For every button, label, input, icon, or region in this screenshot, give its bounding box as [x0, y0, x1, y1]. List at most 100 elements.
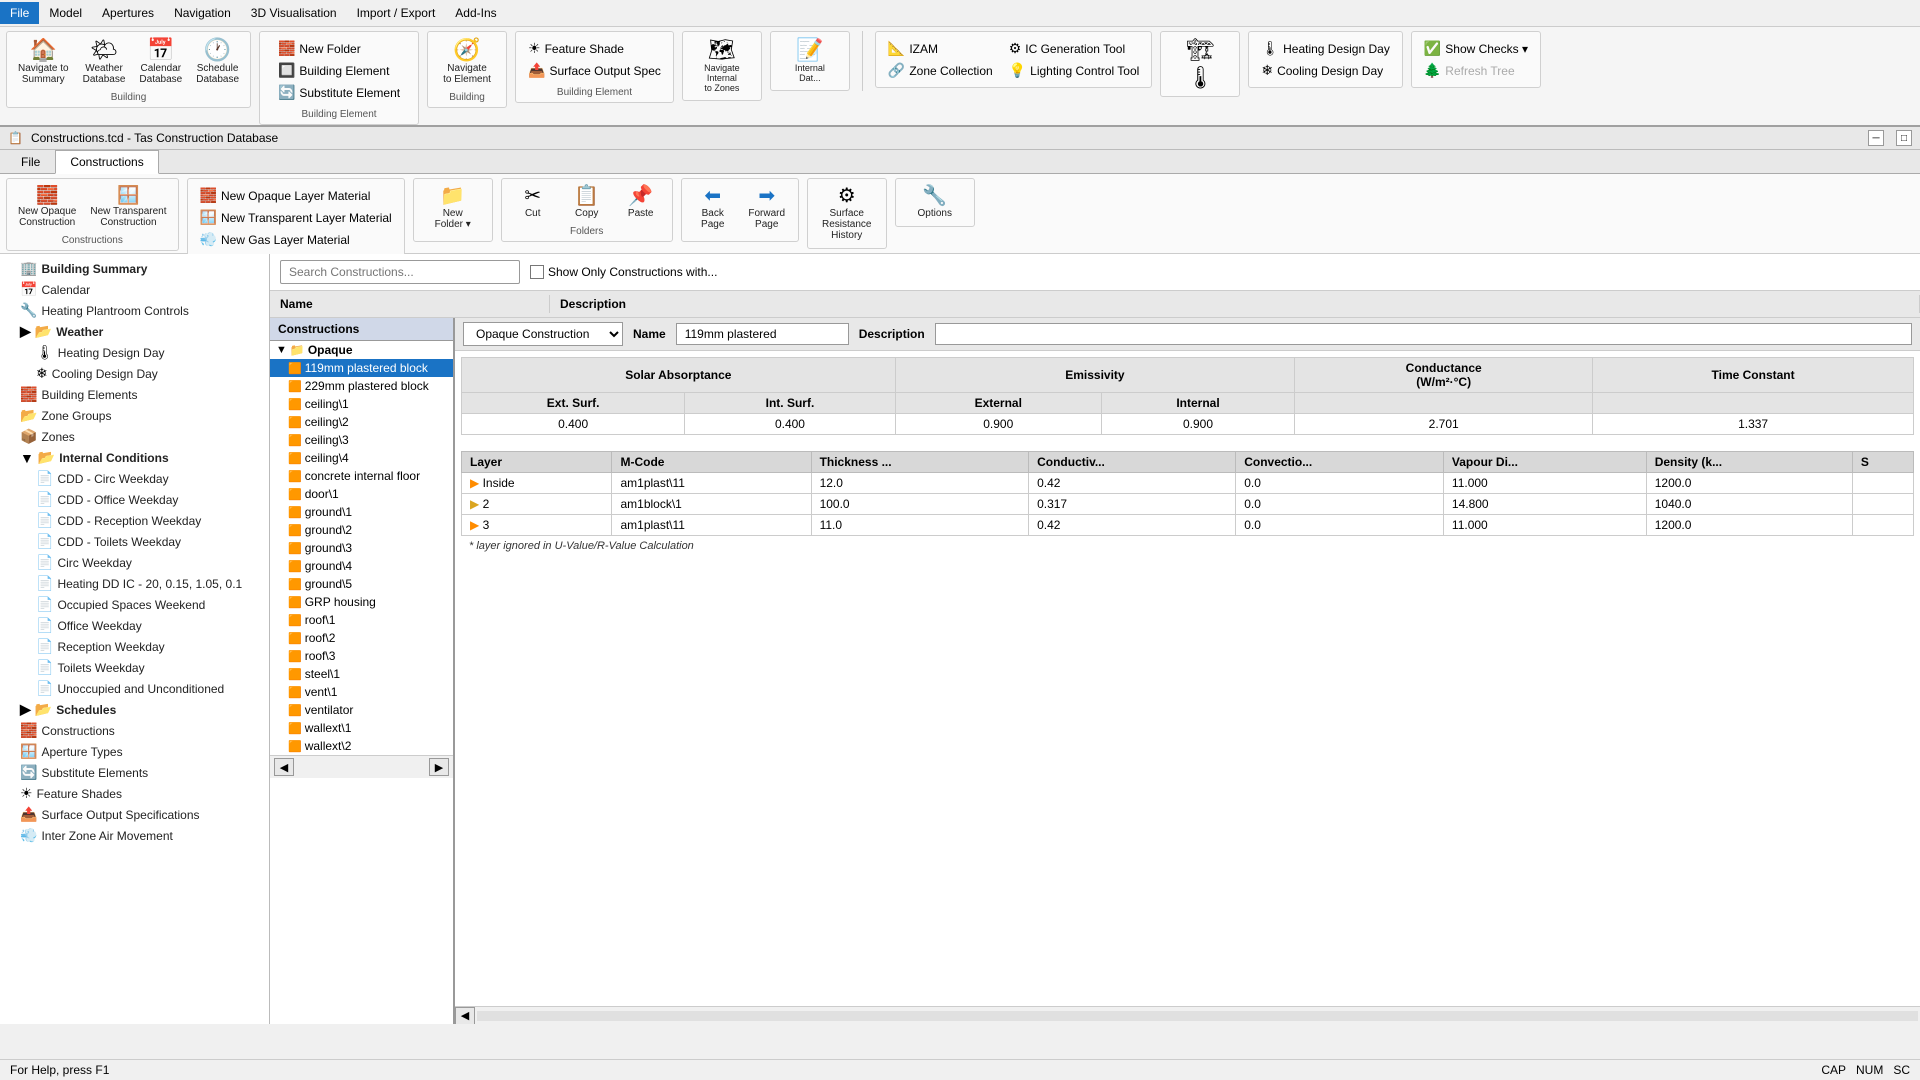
btn-forward-page[interactable]: ➡ForwardPage — [742, 183, 792, 233]
construction-type-select[interactable]: Opaque Construction — [463, 322, 623, 346]
tree-item-vent1[interactable]: 🟧 vent\1 — [270, 683, 453, 701]
btn-copy[interactable]: 📋Copy — [562, 183, 612, 222]
btn-schedule[interactable]: 🕐ScheduleDatabase — [191, 36, 244, 88]
sidebar-item-zones[interactable]: 📦 Zones — [0, 426, 269, 447]
menu-3d[interactable]: 3D Visualisation — [241, 2, 347, 24]
btn-new-transparent-construction[interactable]: 🪟New TransparentConstruction — [85, 183, 171, 231]
tree-item-ground3[interactable]: 🟧 ground\3 — [270, 539, 453, 557]
tree-item-wallext1[interactable]: 🟧 wallext\1 — [270, 719, 453, 737]
sidebar-item-surface-output[interactable]: 📤 Surface Output Specifications — [0, 804, 269, 825]
sidebar-item-schedules[interactable]: ▶ 📂 Schedules — [0, 699, 269, 720]
sidebar-item-heating-plantroom[interactable]: 🔧 Heating Plantroom Controls — [0, 300, 269, 321]
sidebar-item-unoccupied[interactable]: 📄 Unoccupied and Unconditioned — [0, 678, 269, 699]
tree-item-ground5[interactable]: 🟧 ground\5 — [270, 575, 453, 593]
btn-options[interactable]: 🔧Options — [910, 183, 960, 222]
btn-surface-resistance[interactable]: ⚙SurfaceResistanceHistory — [817, 183, 876, 244]
tree-item-ventilator[interactable]: 🟧 ventilator — [270, 701, 453, 719]
sidebar-item-cdd-circ[interactable]: 📄 CDD - Circ Weekday — [0, 468, 269, 489]
btn-constructions-database[interactable]: 🧱New Folder — [274, 38, 404, 59]
tab-constructions[interactable]: Constructions — [55, 150, 158, 174]
tree-item-steel1[interactable]: 🟧 steel\1 — [270, 665, 453, 683]
btn-heating-design-day[interactable]: 🌡Heating Design Day — [1257, 38, 1394, 59]
sidebar-item-office-weekday[interactable]: 📄 Office Weekday — [0, 615, 269, 636]
tree-item-ceiling3[interactable]: 🟧 ceiling\3 — [270, 431, 453, 449]
tree-item-door1[interactable]: 🟧 door\1 — [270, 485, 453, 503]
btn-navigate-element[interactable]: 🧭Navigateto Element — [438, 36, 496, 88]
tree-item-grp[interactable]: 🟧 GRP housing — [270, 593, 453, 611]
btn-refresh-tree[interactable]: 🌲Refresh Tree — [1420, 60, 1532, 81]
show-only-checkbox[interactable] — [530, 265, 544, 279]
tree-item-roof1[interactable]: 🟧 roof\1 — [270, 611, 453, 629]
sidebar-item-calendar[interactable]: 📅 Calendar — [0, 279, 269, 300]
menu-navigation[interactable]: Navigation — [164, 2, 241, 24]
btn-navigate-summary[interactable]: 🏠Navigate toSummary — [13, 36, 74, 88]
tree-item-ceiling4[interactable]: 🟧 ceiling\4 — [270, 449, 453, 467]
construction-desc-input[interactable] — [935, 323, 1912, 345]
btn-lighting-control[interactable]: 💡Lighting Control Tool — [1005, 60, 1144, 81]
construction-name-input[interactable] — [676, 323, 849, 345]
btn-cut[interactable]: ✂Cut — [508, 183, 558, 222]
sidebar-item-building-elements[interactable]: 🧱 Building Elements — [0, 384, 269, 405]
tree-item-ground2[interactable]: 🟧 ground\2 — [270, 521, 453, 539]
win-minimize[interactable]: ─ — [1868, 130, 1884, 146]
tree-folder-opaque[interactable]: ▼ 📁 Opaque — [270, 341, 453, 359]
menu-file[interactable]: File — [0, 2, 39, 24]
search-input[interactable] — [280, 260, 520, 284]
btn-thermal[interactable]: 🌡 — [1175, 64, 1225, 92]
btn-surface-output[interactable]: 📤Surface Output Spec — [524, 60, 665, 81]
sidebar-item-substitute-elements[interactable]: 🔄 Substitute Elements — [0, 762, 269, 783]
btn-paste[interactable]: 📌Paste — [616, 183, 666, 222]
sidebar-item-reception-weekday[interactable]: 📄 Reception Weekday — [0, 636, 269, 657]
btn-new-folder[interactable]: 📁NewFolder ▾ — [428, 183, 478, 233]
hscroll-track[interactable] — [477, 1011, 1918, 1021]
tree-item-concrete-floor[interactable]: 🟧 concrete internal floor — [270, 467, 453, 485]
btn-internal-data[interactable]: 📝InternalDat... — [785, 36, 835, 86]
sidebar-item-cdd-office[interactable]: 📄 CDD - Office Weekday — [0, 489, 269, 510]
btn-back-page[interactable]: ⬅BackPage — [688, 183, 738, 233]
btn-building-3d[interactable]: 🏗 — [1175, 36, 1225, 64]
btn-new-opaque-construction[interactable]: 🧱New OpaqueConstruction — [13, 183, 81, 231]
sidebar-item-building-summary[interactable]: 🏢 Building Summary — [0, 258, 269, 279]
btn-new-opaque-material[interactable]: 🧱New Opaque Layer Material — [196, 185, 396, 206]
sidebar-item-cdd-reception[interactable]: 📄 CDD - Reception Weekday — [0, 510, 269, 531]
btn-show-checks[interactable]: ✅Show Checks ▾ — [1420, 38, 1532, 59]
sidebar-item-cooling-design-day[interactable]: ❄ Cooling Design Day — [0, 363, 269, 384]
menu-apertures[interactable]: Apertures — [92, 2, 164, 24]
sidebar-item-aperture-types[interactable]: 🪟 Aperture Types — [0, 741, 269, 762]
btn-feature-shade[interactable]: ☀Feature Shade — [524, 38, 665, 59]
btn-new-gas-material[interactable]: 💨New Gas Layer Material — [196, 229, 396, 250]
btn-calendar[interactable]: 📅CalendarDatabase — [134, 36, 187, 88]
tree-item-ground1[interactable]: 🟧 ground\1 — [270, 503, 453, 521]
win-maximize[interactable]: □ — [1896, 130, 1912, 146]
sidebar-item-occupied-weekend[interactable]: 📄 Occupied Spaces Weekend — [0, 594, 269, 615]
tree-nav-left[interactable]: ◀ — [274, 758, 294, 776]
sidebar-item-circ-weekday[interactable]: 📄 Circ Weekday — [0, 552, 269, 573]
tree-item-ceiling2[interactable]: 🟧 ceiling\2 — [270, 413, 453, 431]
btn-zone-collection[interactable]: 🔗Zone Collection — [884, 60, 997, 81]
menu-model[interactable]: Model — [39, 2, 92, 24]
tree-nav-right[interactable]: ▶ — [429, 758, 449, 776]
tree-item-wallext2[interactable]: 🟧 wallext\2 — [270, 737, 453, 755]
btn-weather[interactable]: 🌤WeatherDatabase — [78, 36, 131, 88]
btn-substitute-element[interactable]: 🔄Substitute Element — [274, 82, 404, 103]
menu-import-export[interactable]: Import / Export — [347, 2, 446, 24]
sidebar-item-cdd-toilets[interactable]: 📄 CDD - Toilets Weekday — [0, 531, 269, 552]
tab-file[interactable]: File — [6, 150, 55, 173]
btn-izam[interactable]: 📐IZAM — [884, 38, 997, 59]
tree-item-229mm[interactable]: 🟧 229mm plastered block — [270, 377, 453, 395]
details-scroll-left[interactable]: ◀ — [455, 1007, 475, 1025]
btn-new-transparent-material[interactable]: 🪟New Transparent Layer Material — [196, 207, 396, 228]
btn-building-element[interactable]: 🔲Building Element — [274, 60, 404, 81]
btn-navigate-zones[interactable]: 🗺NavigateInternalto Zones — [697, 36, 747, 96]
btn-cooling-design-day[interactable]: ❄Cooling Design Day — [1257, 60, 1394, 81]
tree-item-ceiling1[interactable]: 🟧 ceiling\1 — [270, 395, 453, 413]
sidebar-item-heating-design-day[interactable]: 🌡 Heating Design Day — [0, 342, 269, 363]
tree-item-roof2[interactable]: 🟧 roof\2 — [270, 629, 453, 647]
sidebar-item-inter-zone-air[interactable]: 💨 Inter Zone Air Movement — [0, 825, 269, 846]
btn-ic-generation[interactable]: ⚙IC Generation Tool — [1005, 38, 1144, 59]
sidebar-item-internal-conditions[interactable]: ▼ 📂 Internal Conditions — [0, 447, 269, 468]
tree-item-roof3[interactable]: 🟧 roof\3 — [270, 647, 453, 665]
tree-item-ground4[interactable]: 🟧 ground\4 — [270, 557, 453, 575]
sidebar-item-constructions[interactable]: 🧱 Constructions — [0, 720, 269, 741]
sidebar-item-feature-shades[interactable]: ☀ Feature Shades — [0, 783, 269, 804]
